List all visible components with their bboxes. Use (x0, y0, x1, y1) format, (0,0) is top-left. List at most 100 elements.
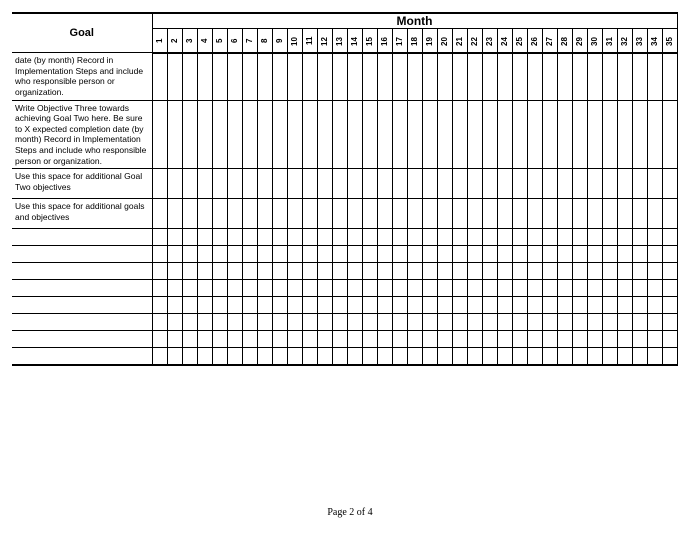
month-cell (272, 246, 287, 263)
month-cell (242, 297, 257, 314)
month-cell (497, 169, 512, 199)
table-container: Goal Month 12345678910111213141516171819… (0, 0, 700, 366)
month-cell (662, 331, 677, 348)
month-cell (557, 169, 572, 199)
month-cell (452, 100, 467, 169)
month-cell (212, 280, 227, 297)
month-col-7: 7 (242, 29, 257, 53)
month-cell (167, 246, 182, 263)
month-cell (407, 331, 422, 348)
month-cell (662, 297, 677, 314)
month-cell (527, 199, 542, 229)
month-cell (362, 199, 377, 229)
table-row: Write Objective Three towards achieving … (12, 100, 677, 169)
month-cell (497, 100, 512, 169)
month-cell (542, 314, 557, 331)
month-cell (272, 53, 287, 101)
month-cell (272, 314, 287, 331)
month-cell (227, 314, 242, 331)
month-cell (257, 297, 272, 314)
month-cell (572, 53, 587, 101)
month-cell (617, 199, 632, 229)
month-cell (362, 53, 377, 101)
month-cell (662, 348, 677, 365)
month-cell (482, 246, 497, 263)
month-cell (377, 314, 392, 331)
month-cell (182, 246, 197, 263)
month-cell (347, 297, 362, 314)
month-cell (437, 280, 452, 297)
table-row (12, 297, 677, 314)
month-cell (392, 199, 407, 229)
month-cell (437, 199, 452, 229)
month-cell (467, 280, 482, 297)
month-cell (512, 280, 527, 297)
month-cell (167, 348, 182, 365)
month-cell (242, 199, 257, 229)
month-cell (242, 229, 257, 246)
month-cell (317, 246, 332, 263)
gantt-table: Goal Month 12345678910111213141516171819… (12, 12, 678, 366)
month-cell (497, 331, 512, 348)
month-cell (647, 263, 662, 280)
month-cell (317, 199, 332, 229)
month-cell (482, 229, 497, 246)
month-cell (557, 199, 572, 229)
month-cell (167, 297, 182, 314)
month-cell (662, 229, 677, 246)
month-cell (257, 348, 272, 365)
month-cell (242, 169, 257, 199)
month-cell (632, 331, 647, 348)
month-cell (167, 263, 182, 280)
month-cell (212, 314, 227, 331)
month-cell (182, 100, 197, 169)
month-col-32: 32 (617, 29, 632, 53)
month-cell (497, 297, 512, 314)
month-cell (302, 100, 317, 169)
goal-cell (12, 246, 152, 263)
month-cell (377, 229, 392, 246)
month-cell (212, 199, 227, 229)
month-cell (632, 100, 647, 169)
month-cell (542, 280, 557, 297)
month-cell (212, 331, 227, 348)
month-cell (287, 280, 302, 297)
month-cell (392, 246, 407, 263)
month-cell (257, 246, 272, 263)
month-cell (242, 100, 257, 169)
month-cell (602, 297, 617, 314)
month-cell (212, 169, 227, 199)
month-cell (392, 100, 407, 169)
month-cell (617, 53, 632, 101)
month-cell (467, 297, 482, 314)
month-cell (647, 314, 662, 331)
month-cell (542, 100, 557, 169)
month-cell (497, 348, 512, 365)
month-cell (542, 229, 557, 246)
month-cell (152, 100, 167, 169)
month-cell (212, 297, 227, 314)
month-cell (662, 53, 677, 101)
month-col-5: 5 (212, 29, 227, 53)
month-cell (617, 280, 632, 297)
month-cell (647, 331, 662, 348)
month-cell (647, 297, 662, 314)
month-col-18: 18 (407, 29, 422, 53)
month-col-24: 24 (497, 29, 512, 53)
month-cell (317, 229, 332, 246)
table-row: Use this space for additional goals and … (12, 199, 677, 229)
month-cell (497, 246, 512, 263)
month-cell (347, 348, 362, 365)
month-cell (257, 314, 272, 331)
goal-cell (12, 331, 152, 348)
month-cell (272, 348, 287, 365)
month-cell (452, 246, 467, 263)
month-cell (527, 297, 542, 314)
month-cell (497, 280, 512, 297)
month-cell (452, 199, 467, 229)
month-cell (182, 348, 197, 365)
goal-cell (12, 263, 152, 280)
month-cell (287, 297, 302, 314)
month-cell (527, 348, 542, 365)
month-cell (527, 331, 542, 348)
